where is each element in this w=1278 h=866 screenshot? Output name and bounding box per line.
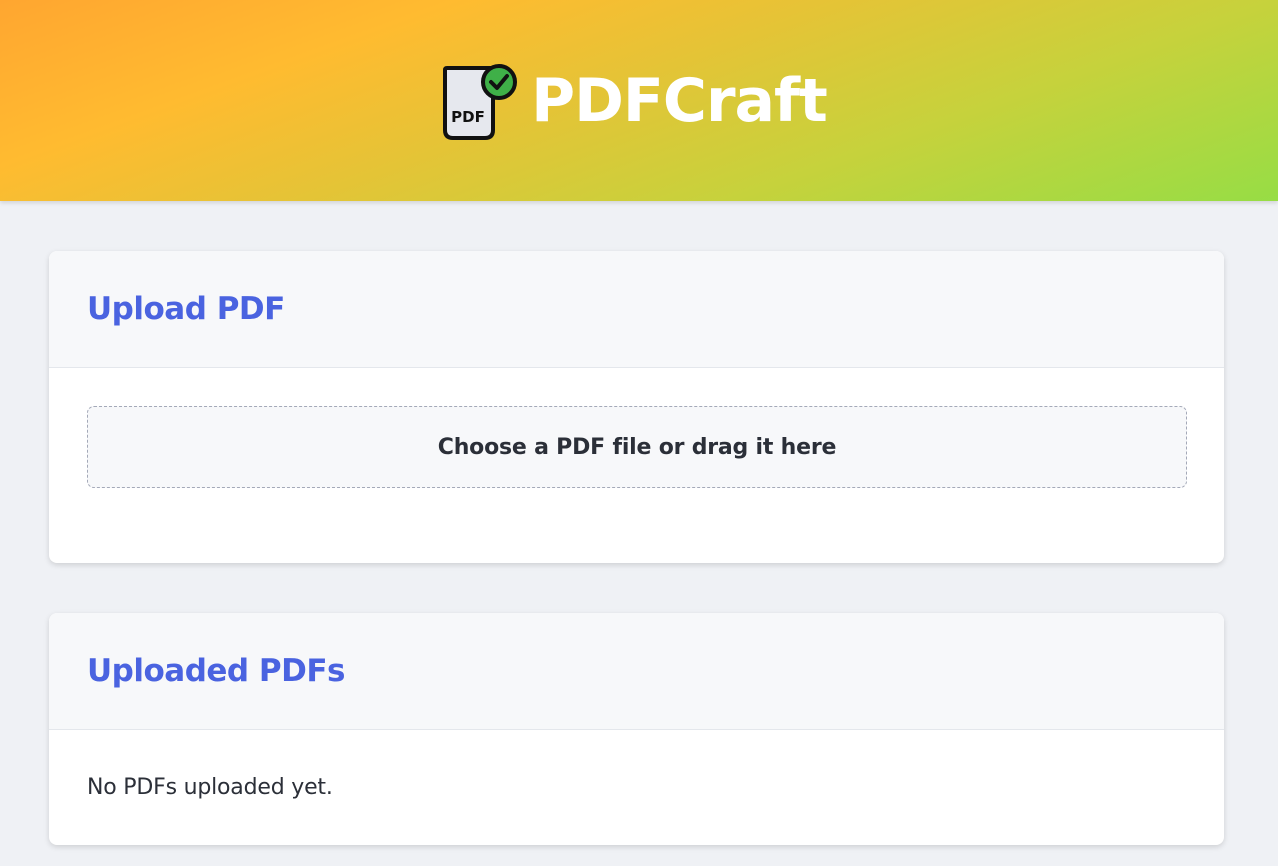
uploaded-card: Uploaded PDFs No PDFs uploaded yet.	[49, 613, 1224, 845]
uploaded-card-header: Uploaded PDFs	[49, 613, 1224, 730]
uploaded-list: No PDFs uploaded yet.	[49, 730, 1224, 845]
svg-text:PDF: PDF	[451, 108, 485, 126]
dropzone-label: Choose a PDF file or drag it here	[437, 434, 837, 460]
upload-card-body: Choose a PDF file or drag it here	[49, 368, 1224, 563]
upload-card-title: Upload PDF	[87, 291, 285, 327]
upload-card: Upload PDF Choose a PDF file or drag it …	[49, 251, 1224, 563]
empty-state-message: No PDFs uploaded yet.	[87, 775, 333, 800]
pdf-check-icon: PDF	[443, 63, 518, 140]
upload-card-header: Upload PDF	[49, 251, 1224, 368]
main-content: Upload PDF Choose a PDF file or drag it …	[0, 201, 1278, 845]
app-title: PDFCraft	[531, 65, 828, 136]
uploaded-card-title: Uploaded PDFs	[87, 653, 345, 689]
app-header: PDF PDFCraft	[0, 0, 1278, 201]
brand[interactable]: PDF PDFCraft	[441, 62, 828, 140]
pdf-dropzone[interactable]: Choose a PDF file or drag it here	[87, 406, 1187, 488]
